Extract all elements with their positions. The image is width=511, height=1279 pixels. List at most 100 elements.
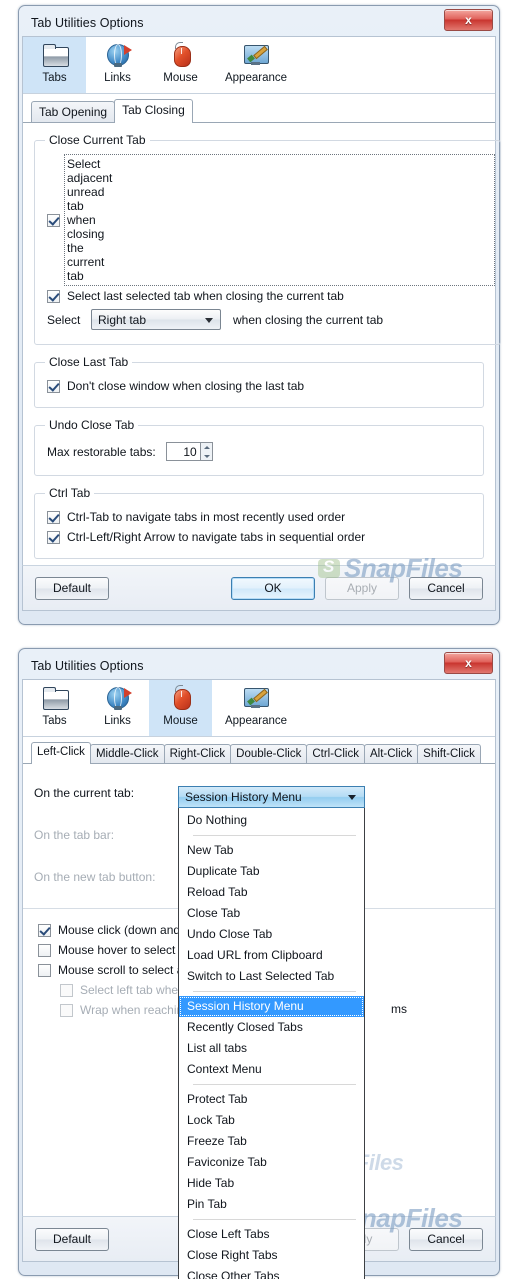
- toolbar-item-mouse[interactable]: Mouse: [149, 680, 212, 736]
- dropdown-separator: [193, 835, 356, 836]
- dropdown-option[interactable]: Recently Closed Tabs: [179, 1017, 364, 1038]
- folder-icon: [40, 42, 70, 70]
- toolbar-item-tabs-label: Tabs: [42, 72, 67, 84]
- checkbox-select-adjacent-unread[interactable]: [47, 213, 60, 227]
- select-tab-combobox-value: Right tab: [98, 312, 147, 327]
- dropdown-option[interactable]: Close Right Tabs: [179, 1245, 364, 1266]
- primary-button-group: OK Apply Cancel: [231, 576, 483, 600]
- label-on-new-tab-button: On the new tab button:: [34, 870, 156, 884]
- label-dont-close-window: Don't close window when closing the last…: [67, 379, 305, 393]
- tab-ctrl-click[interactable]: Ctrl-Click: [306, 744, 365, 764]
- dropdown-option[interactable]: Pin Tab: [179, 1194, 364, 1215]
- label-mouse-click: Mouse click (down and: [58, 923, 181, 937]
- dropdown-option[interactable]: List all tabs: [179, 1038, 364, 1059]
- dropdown-option[interactable]: Freeze Tab: [179, 1131, 364, 1152]
- label-max-restorable-tabs: Max restorable tabs:: [47, 444, 156, 459]
- row-select-adjacent: Select adjacent unread tab when closing …: [47, 154, 496, 286]
- group-close-current-tab: Close Current Tab Select adjacent unread…: [34, 133, 502, 345]
- toolbar-item-tabs[interactable]: Tabs: [23, 37, 86, 93]
- dropdown-option[interactable]: Load URL from Clipboard: [179, 945, 364, 966]
- toolbar-item-appearance[interactable]: Appearance: [212, 37, 300, 93]
- label-ctrl-arrow-sequential: Ctrl-Left/Right Arrow to navigate tabs i…: [67, 530, 366, 544]
- dropdown-option[interactable]: New Tab: [179, 840, 364, 861]
- group-close-current-tab-legend: Close Current Tab: [49, 133, 146, 147]
- group-close-last-tab-legend: Close Last Tab: [49, 355, 129, 369]
- window-title-two: Tab Utilities Options: [31, 658, 144, 673]
- close-window-button-two[interactable]: x: [444, 652, 493, 674]
- row-ctrl-tab-mru: Ctrl-Tab to navigate tabs in most recent…: [47, 510, 475, 524]
- max-restorable-tabs-stepper[interactable]: 10: [165, 442, 213, 461]
- dropdown-option[interactable]: Close Other Tabs: [179, 1266, 364, 1279]
- checkbox-dont-close-window[interactable]: [47, 379, 60, 393]
- checkbox-wrap-when-reaching: [60, 1003, 73, 1017]
- toolbar-item-appearance[interactable]: Appearance: [212, 680, 300, 736]
- toolbar-item-appearance-label: Appearance: [224, 715, 288, 727]
- close-window-button[interactable]: x: [444, 9, 493, 31]
- dropdown-option[interactable]: Close Left Tabs: [179, 1224, 364, 1245]
- checkbox-select-last-selected[interactable]: [47, 289, 60, 303]
- dropdown-option[interactable]: Hide Tab: [179, 1173, 364, 1194]
- default-button[interactable]: Default: [35, 1227, 109, 1251]
- button-bar: Default OK Apply Cancel: [22, 565, 496, 611]
- dropdown-option[interactable]: Faviconize Tab: [179, 1152, 364, 1173]
- stepper-up-icon[interactable]: [201, 443, 212, 452]
- globe-icon: [103, 685, 133, 713]
- toolbar-item-links[interactable]: Links: [86, 37, 149, 93]
- stepper-buttons[interactable]: [199, 442, 213, 461]
- globe-icon: [103, 42, 133, 70]
- tab-shift-click[interactable]: Shift-Click: [417, 744, 481, 764]
- tab-right-click[interactable]: Right-Click: [163, 744, 232, 764]
- toolbar-item-links[interactable]: Links: [86, 680, 149, 736]
- tab-middle-click[interactable]: Middle-Click: [89, 744, 165, 764]
- ok-button[interactable]: OK: [231, 576, 315, 600]
- label-on-current-tab: On the current tab:: [34, 786, 135, 800]
- dropdown-option[interactable]: Context Menu: [179, 1059, 364, 1080]
- checkbox-mouse-hover[interactable]: [38, 943, 51, 957]
- mouse-icon: [166, 685, 196, 713]
- tab-utilities-options-window-tabs: Tab Utilities Options x Tabs Links Mouse: [18, 5, 502, 625]
- checkbox-ctrl-tab-mru[interactable]: [47, 510, 60, 524]
- tab-alt-click[interactable]: Alt-Click: [363, 744, 419, 764]
- clipped-label-fragment: ms: [391, 1000, 407, 1018]
- stepper-down-icon[interactable]: [201, 452, 212, 461]
- row-max-restorable: Max restorable tabs: 10: [47, 442, 475, 461]
- toolbar-item-mouse[interactable]: Mouse: [149, 37, 212, 93]
- client-area: Tabs Links Mouse Appearance Tab Opening …: [22, 36, 502, 565]
- chevron-down-icon: [205, 317, 213, 323]
- group-undo-close-tab: Undo Close Tab Max restorable tabs: 10: [34, 418, 484, 476]
- tab-strip-two: Left-Click Middle-Click Right-Click Doub…: [23, 737, 495, 764]
- dropdown-option[interactable]: Lock Tab: [179, 1110, 364, 1131]
- checkbox-mouse-scroll[interactable]: [38, 963, 51, 977]
- dropdown-option[interactable]: Close Tab: [179, 903, 364, 924]
- row-select-which-tab: Select Right tab when closing the curren…: [47, 309, 492, 330]
- dropdown-option[interactable]: Undo Close Tab: [179, 924, 364, 945]
- tab-double-click[interactable]: Double-Click: [230, 744, 308, 764]
- on-current-tab-dropdown[interactable]: Session History Menu Do Nothing New Tab Du…: [178, 786, 365, 1279]
- close-icon: x: [465, 656, 472, 670]
- select-tab-combobox[interactable]: Right tab: [91, 309, 221, 330]
- label-select-adjacent-unread: Select adjacent unread tab when closing …: [63, 154, 496, 286]
- dropdown-option[interactable]: Protect Tab: [179, 1089, 364, 1110]
- tab-left-click[interactable]: Left-Click: [31, 742, 91, 764]
- toolbar-item-tabs-label: Tabs: [42, 715, 67, 727]
- toolbar-item-tabs[interactable]: Tabs: [23, 680, 86, 736]
- dropdown-option[interactable]: Reload Tab: [179, 882, 364, 903]
- cancel-button[interactable]: Cancel: [409, 1227, 483, 1251]
- label-mouse-hover: Mouse hover to select a: [58, 943, 186, 957]
- checkbox-ctrl-arrow-sequential[interactable]: [47, 530, 60, 544]
- dropdown-option[interactable]: Switch to Last Selected Tab: [179, 966, 364, 987]
- monitor-brush-icon: [241, 42, 271, 70]
- checkbox-mouse-click[interactable]: [38, 923, 51, 937]
- dropdown-separator: [193, 1084, 356, 1085]
- tab-tab-closing[interactable]: Tab Closing: [114, 99, 193, 123]
- dropdown-option[interactable]: Do Nothing: [179, 810, 364, 831]
- max-restorable-tabs-input[interactable]: 10: [165, 442, 200, 461]
- default-button[interactable]: Default: [35, 576, 109, 600]
- dropdown-selected-display[interactable]: Session History Menu: [178, 786, 365, 808]
- tab-tab-opening[interactable]: Tab Opening: [31, 101, 116, 123]
- dropdown-option[interactable]: Session History Menu: [179, 996, 364, 1017]
- cancel-button[interactable]: Cancel: [409, 576, 483, 600]
- dropdown-option-list[interactable]: Do Nothing New Tab Duplicate Tab Reload Tab…: [178, 808, 365, 1279]
- label-mouse-scroll: Mouse scroll to select a: [58, 963, 184, 977]
- dropdown-option[interactable]: Duplicate Tab: [179, 861, 364, 882]
